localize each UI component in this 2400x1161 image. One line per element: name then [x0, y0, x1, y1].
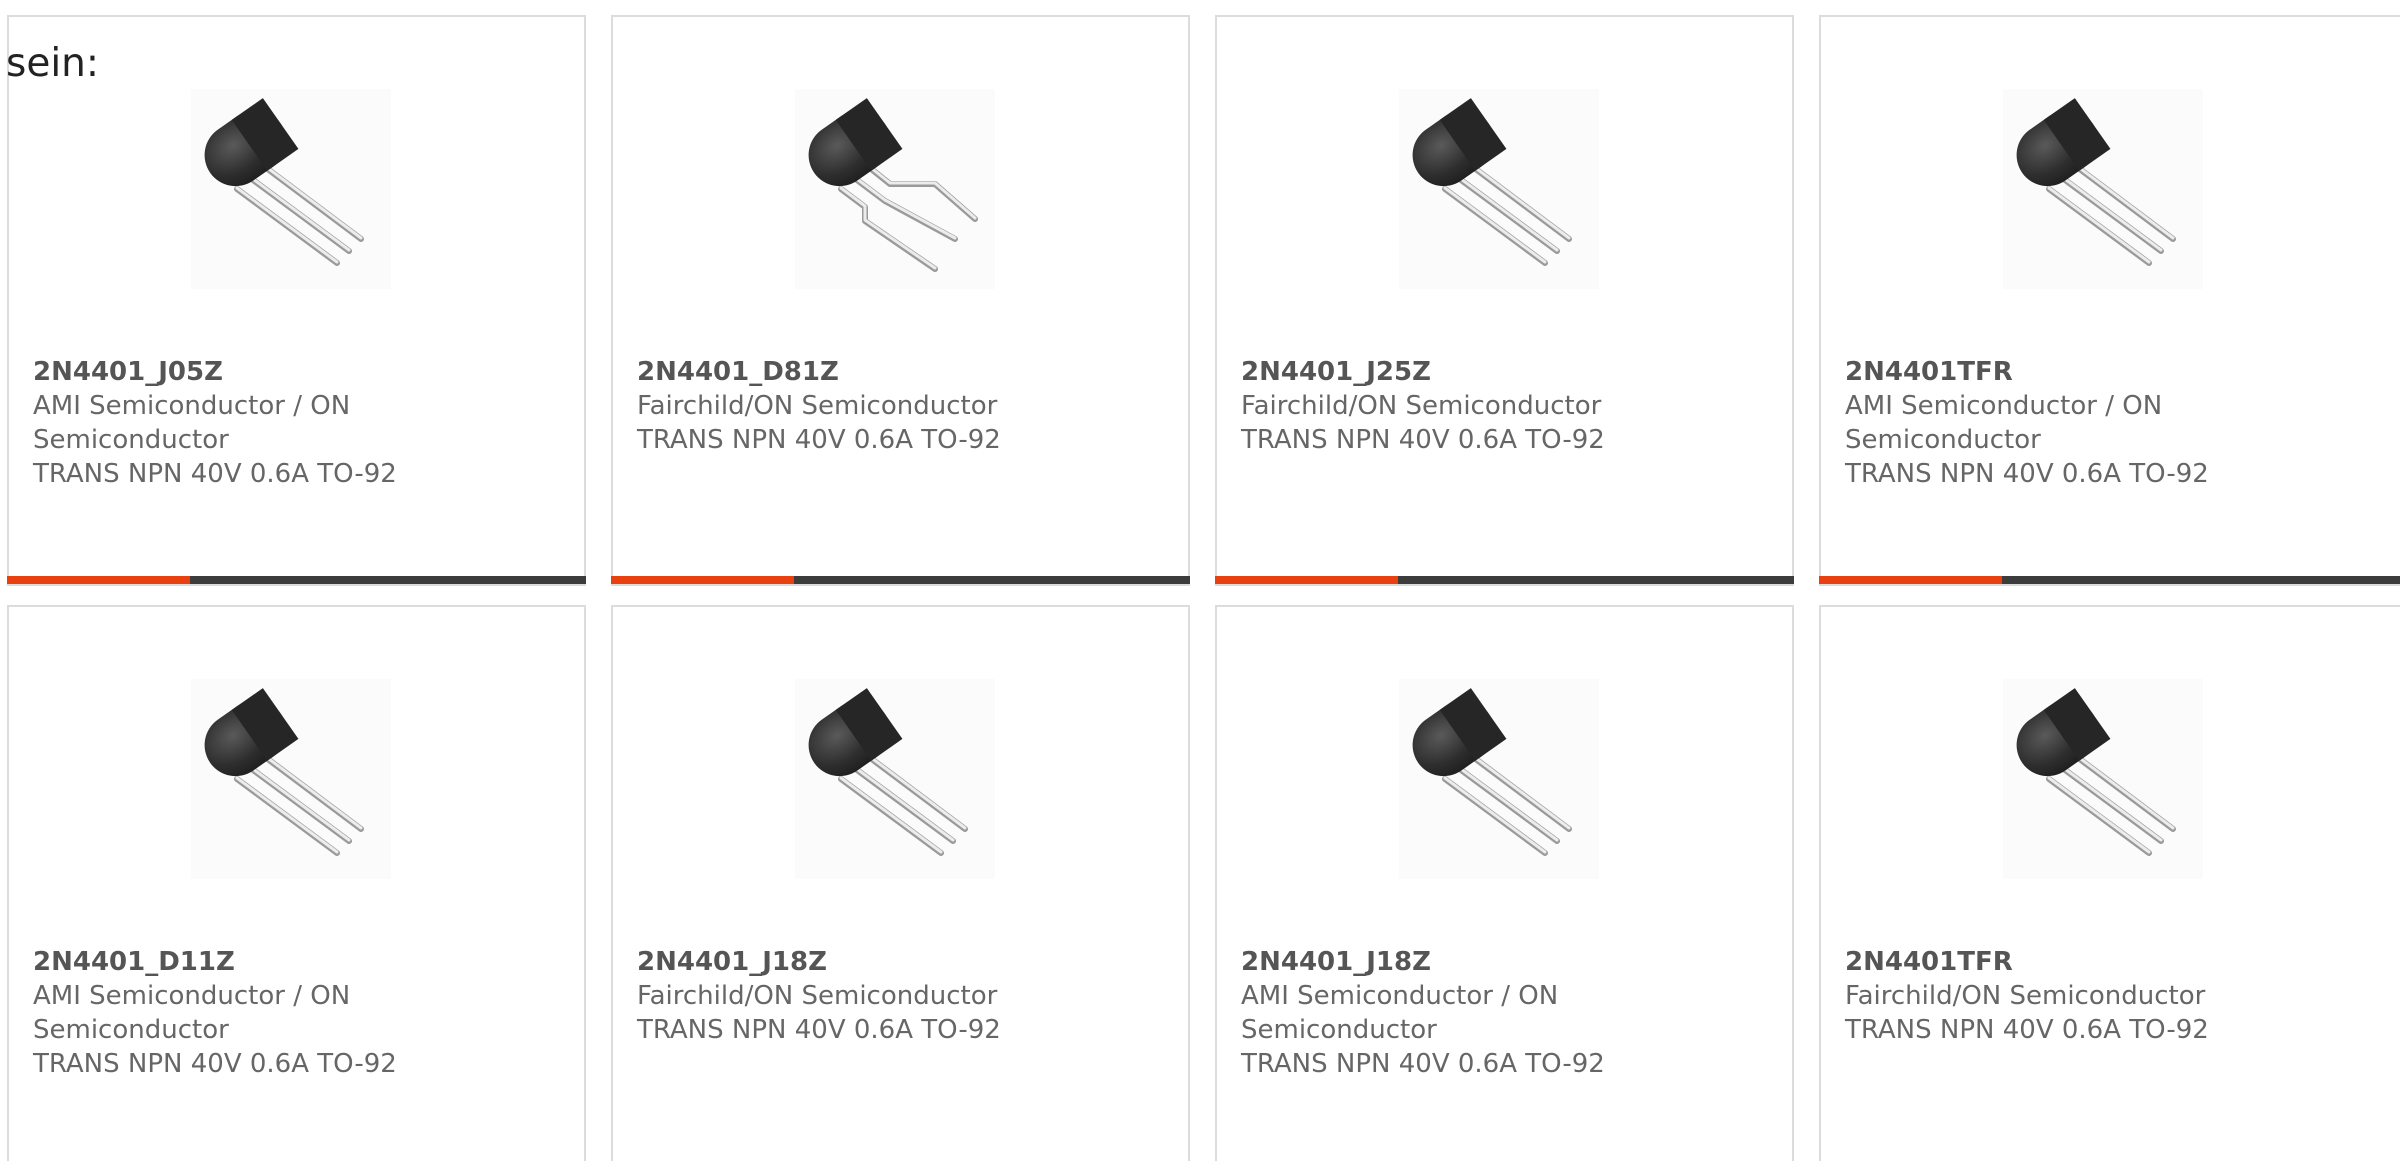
product-card[interactable]: 2N4401TFR Fairchild/ON Semiconductor TRA…	[1819, 605, 2400, 1161]
transistor-image[interactable]	[191, 679, 391, 879]
card-accent-bar	[1215, 576, 1794, 584]
transistor-image[interactable]	[2003, 89, 2203, 289]
part-number-link[interactable]: 2N4401TFR	[1845, 945, 2245, 979]
product-card[interactable]: 2N4401_J18Z AMI Semiconductor / ON Semic…	[1215, 605, 1794, 1161]
product-results-page: sein: 2N4401_J05Z AMI Semiconductor / ON…	[0, 0, 2400, 1161]
transistor-image[interactable]	[2003, 679, 2203, 879]
product-card[interactable]: 2N4401_J25Z Fairchild/ON Semiconductor T…	[1215, 15, 1794, 586]
card-accent-bar	[1819, 576, 2400, 584]
product-card[interactable]: 2N4401TFR AMI Semiconductor / ON Semicon…	[1819, 15, 2400, 586]
card-accent-bar	[611, 576, 1190, 584]
part-number-link[interactable]: 2N4401_J25Z	[1241, 355, 1641, 389]
intro-text: sein:	[6, 41, 100, 86]
manufacturer: Fairchild/ON Semiconductor	[637, 981, 998, 1011]
manufacturer: Fairchild/ON Semiconductor	[1845, 981, 2206, 1011]
card-accent-bar	[7, 576, 586, 584]
manufacturer: AMI Semiconductor / ON Semiconductor	[1845, 391, 2163, 455]
manufacturer: AMI Semiconductor / ON Semiconductor	[33, 981, 351, 1045]
description: TRANS NPN 40V 0.6A TO-92	[1845, 459, 2209, 489]
product-card[interactable]: 2N4401_D11Z AMI Semiconductor / ON Semic…	[7, 605, 586, 1161]
manufacturer: Fairchild/ON Semiconductor	[637, 391, 998, 421]
manufacturer: AMI Semiconductor / ON Semiconductor	[33, 391, 351, 455]
part-number-link[interactable]: 2N4401_D11Z	[33, 945, 433, 979]
manufacturer: Fairchild/ON Semiconductor	[1241, 391, 1602, 421]
description: TRANS NPN 40V 0.6A TO-92	[33, 459, 397, 489]
description: TRANS NPN 40V 0.6A TO-92	[637, 1015, 1001, 1045]
transistor-image[interactable]	[1399, 679, 1599, 879]
part-number-link[interactable]: 2N4401_J05Z	[33, 355, 433, 389]
description: TRANS NPN 40V 0.6A TO-92	[1241, 1049, 1605, 1079]
transistor-image[interactable]	[1399, 89, 1599, 289]
transistor-image[interactable]	[191, 89, 391, 289]
description: TRANS NPN 40V 0.6A TO-92	[33, 1049, 397, 1079]
product-card[interactable]: 2N4401_J05Z AMI Semiconductor / ON Semic…	[7, 15, 586, 586]
transistor-image[interactable]	[795, 89, 995, 289]
part-number-link[interactable]: 2N4401_J18Z	[1241, 945, 1641, 979]
description: TRANS NPN 40V 0.6A TO-92	[637, 425, 1001, 455]
part-number-link[interactable]: 2N4401TFR	[1845, 355, 2245, 389]
description: TRANS NPN 40V 0.6A TO-92	[1241, 425, 1605, 455]
part-number-link[interactable]: 2N4401_J18Z	[637, 945, 1037, 979]
manufacturer: AMI Semiconductor / ON Semiconductor	[1241, 981, 1559, 1045]
description: TRANS NPN 40V 0.6A TO-92	[1845, 1015, 2209, 1045]
product-card[interactable]: 2N4401_D81Z Fairchild/ON Semiconductor T…	[611, 15, 1190, 586]
product-card[interactable]: 2N4401_J18Z Fairchild/ON Semiconductor T…	[611, 605, 1190, 1161]
part-number-link[interactable]: 2N4401_D81Z	[637, 355, 1037, 389]
transistor-image[interactable]	[795, 679, 995, 879]
